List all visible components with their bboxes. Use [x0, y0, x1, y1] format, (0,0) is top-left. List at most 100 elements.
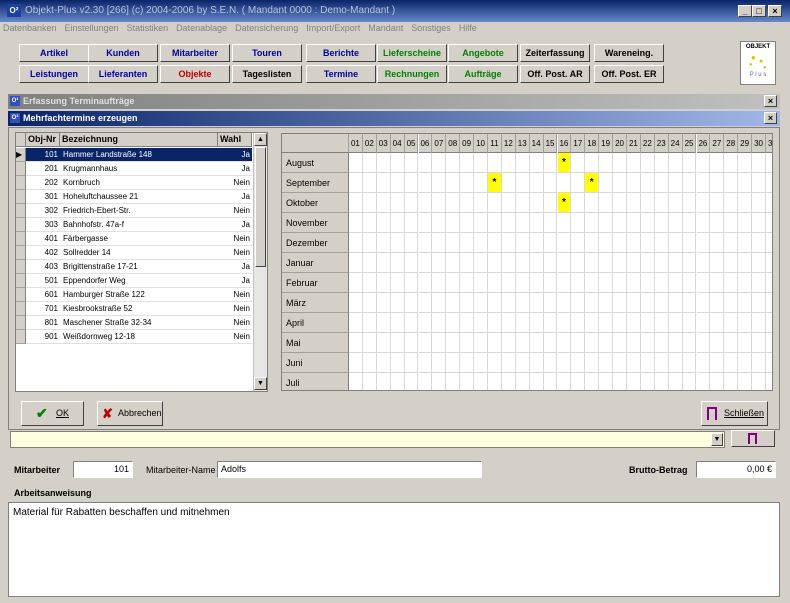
calendar-cell[interactable]: [571, 373, 586, 390]
calendar-cell[interactable]: [446, 313, 461, 333]
day-header[interactable]: 12: [501, 134, 516, 153]
calendar-cell[interactable]: [640, 253, 655, 273]
calendar-cell[interactable]: [529, 153, 544, 173]
calendar-cell[interactable]: [474, 213, 488, 233]
calendar-cell[interactable]: [599, 333, 614, 353]
calendar-cell[interactable]: [599, 293, 614, 313]
calendar-cell[interactable]: [349, 333, 363, 353]
calendar-cell[interactable]: [766, 373, 772, 390]
calendar-cell[interactable]: [349, 373, 363, 390]
calendar-cell[interactable]: [627, 253, 641, 273]
calendar-cell[interactable]: [682, 233, 697, 253]
calendar-cell[interactable]: [446, 353, 461, 373]
calendar-cell[interactable]: [488, 193, 502, 213]
column-header-wahl[interactable]: Wahl: [218, 133, 252, 147]
day-header[interactable]: 23: [654, 134, 669, 153]
calendar-cell[interactable]: [501, 273, 516, 293]
calendar-cell[interactable]: [640, 233, 655, 253]
calendar-cell[interactable]: [766, 293, 772, 313]
day-header[interactable]: 05: [404, 134, 419, 153]
calendar-cell[interactable]: [488, 253, 502, 273]
calendar-cell[interactable]: [640, 353, 655, 373]
calendar-cell[interactable]: [460, 233, 475, 253]
calendar-cell[interactable]: [682, 253, 697, 273]
day-header[interactable]: 14: [529, 134, 544, 153]
calendar-cell[interactable]: [752, 273, 766, 293]
calendar-cell[interactable]: [515, 153, 530, 173]
table-row[interactable]: 402 Sollredder 14 Nein: [16, 246, 252, 260]
calendar-cell[interactable]: [432, 253, 447, 273]
calendar-cell[interactable]: [404, 213, 419, 233]
calendar-cell[interactable]: [557, 173, 572, 193]
calendar-cell[interactable]: [627, 193, 641, 213]
calendar-cell[interactable]: [571, 273, 586, 293]
table-row[interactable]: 201 Krugmannhaus Ja: [16, 162, 252, 176]
calendar-cell[interactable]: [488, 353, 502, 373]
calendar-cell[interactable]: [460, 273, 475, 293]
calendar-cell[interactable]: [446, 333, 461, 353]
day-header[interactable]: 09: [460, 134, 475, 153]
calendar-cell[interactable]: [557, 313, 572, 333]
calendar-cell[interactable]: [668, 313, 683, 333]
calendar-cell[interactable]: [515, 173, 530, 193]
day-header[interactable]: 16: [557, 134, 572, 153]
calendar-cell[interactable]: [404, 253, 419, 273]
calendar-cell[interactable]: [418, 313, 433, 333]
toolbar-button-lieferanten[interactable]: Lieferanten: [88, 65, 158, 83]
calendar-cell[interactable]: [668, 233, 683, 253]
table-row[interactable]: 501 Eppendorfer Weg Ja: [16, 274, 252, 288]
calendar-cell[interactable]: [710, 173, 725, 193]
calendar-cell[interactable]: [432, 373, 447, 390]
ok-button[interactable]: ✔ OK: [21, 401, 84, 426]
calendar-cell[interactable]: [460, 313, 475, 333]
calendar-cell[interactable]: [515, 273, 530, 293]
calendar-cell[interactable]: [696, 173, 711, 193]
calendar-cell[interactable]: [349, 313, 363, 333]
day-header[interactable]: 10: [474, 134, 488, 153]
calendar-cell[interactable]: [613, 333, 627, 353]
calendar-cell[interactable]: [613, 233, 627, 253]
calendar-cell[interactable]: [501, 253, 516, 273]
calendar-cell[interactable]: [543, 253, 558, 273]
calendar-cell[interactable]: [613, 253, 627, 273]
row-selector[interactable]: [16, 330, 26, 344]
calendar-cell[interactable]: [724, 313, 739, 333]
calendar-cell[interactable]: [696, 233, 711, 253]
calendar-cell[interactable]: [446, 373, 461, 390]
day-header[interactable]: 08: [446, 134, 461, 153]
calendar-cell[interactable]: [404, 173, 419, 193]
calendar-cell[interactable]: [738, 353, 753, 373]
calendar-cell[interactable]: [515, 213, 530, 233]
calendar-cell[interactable]: [515, 253, 530, 273]
calendar-cell[interactable]: [558, 373, 572, 390]
table-row[interactable]: 401 Färbergasse Nein: [16, 232, 252, 246]
menu-item-8[interactable]: Hilfe: [459, 23, 477, 33]
calendar-cell[interactable]: [627, 153, 641, 173]
calendar-cell[interactable]: [585, 233, 600, 253]
calendar-cell[interactable]: [362, 193, 377, 213]
calendar-cell[interactable]: [752, 373, 766, 390]
calendar-cell[interactable]: [696, 333, 711, 353]
calendar-cell[interactable]: [724, 273, 739, 293]
menu-item-4[interactable]: Datensicherung: [235, 23, 298, 33]
calendar-cell[interactable]: [724, 213, 739, 233]
day-header[interactable]: 01: [349, 134, 363, 153]
calendar-cell[interactable]: [640, 293, 655, 313]
toolbar-button-angebote[interactable]: Angebote: [448, 44, 518, 62]
calendar-cell[interactable]: [349, 193, 363, 213]
calendar-cell[interactable]: [668, 173, 683, 193]
calendar-cell[interactable]: [655, 373, 669, 390]
calendar-cell[interactable]: [404, 193, 419, 213]
calendar-cell[interactable]: [543, 193, 558, 213]
calendar-cell[interactable]: [362, 313, 377, 333]
toolbar-button-tageslisten[interactable]: Tageslisten: [232, 65, 302, 83]
month-label[interactable]: Juli: [282, 373, 349, 390]
calendar-cell[interactable]: [766, 313, 772, 333]
calendar-cell[interactable]: [640, 193, 655, 213]
calendar-cell[interactable]: [515, 353, 530, 373]
calendar-cell[interactable]: [501, 193, 516, 213]
calendar-cell[interactable]: [543, 353, 558, 373]
calendar-cell[interactable]: [460, 353, 475, 373]
calendar-cell[interactable]: [752, 193, 766, 213]
calendar-cell[interactable]: [571, 233, 586, 253]
